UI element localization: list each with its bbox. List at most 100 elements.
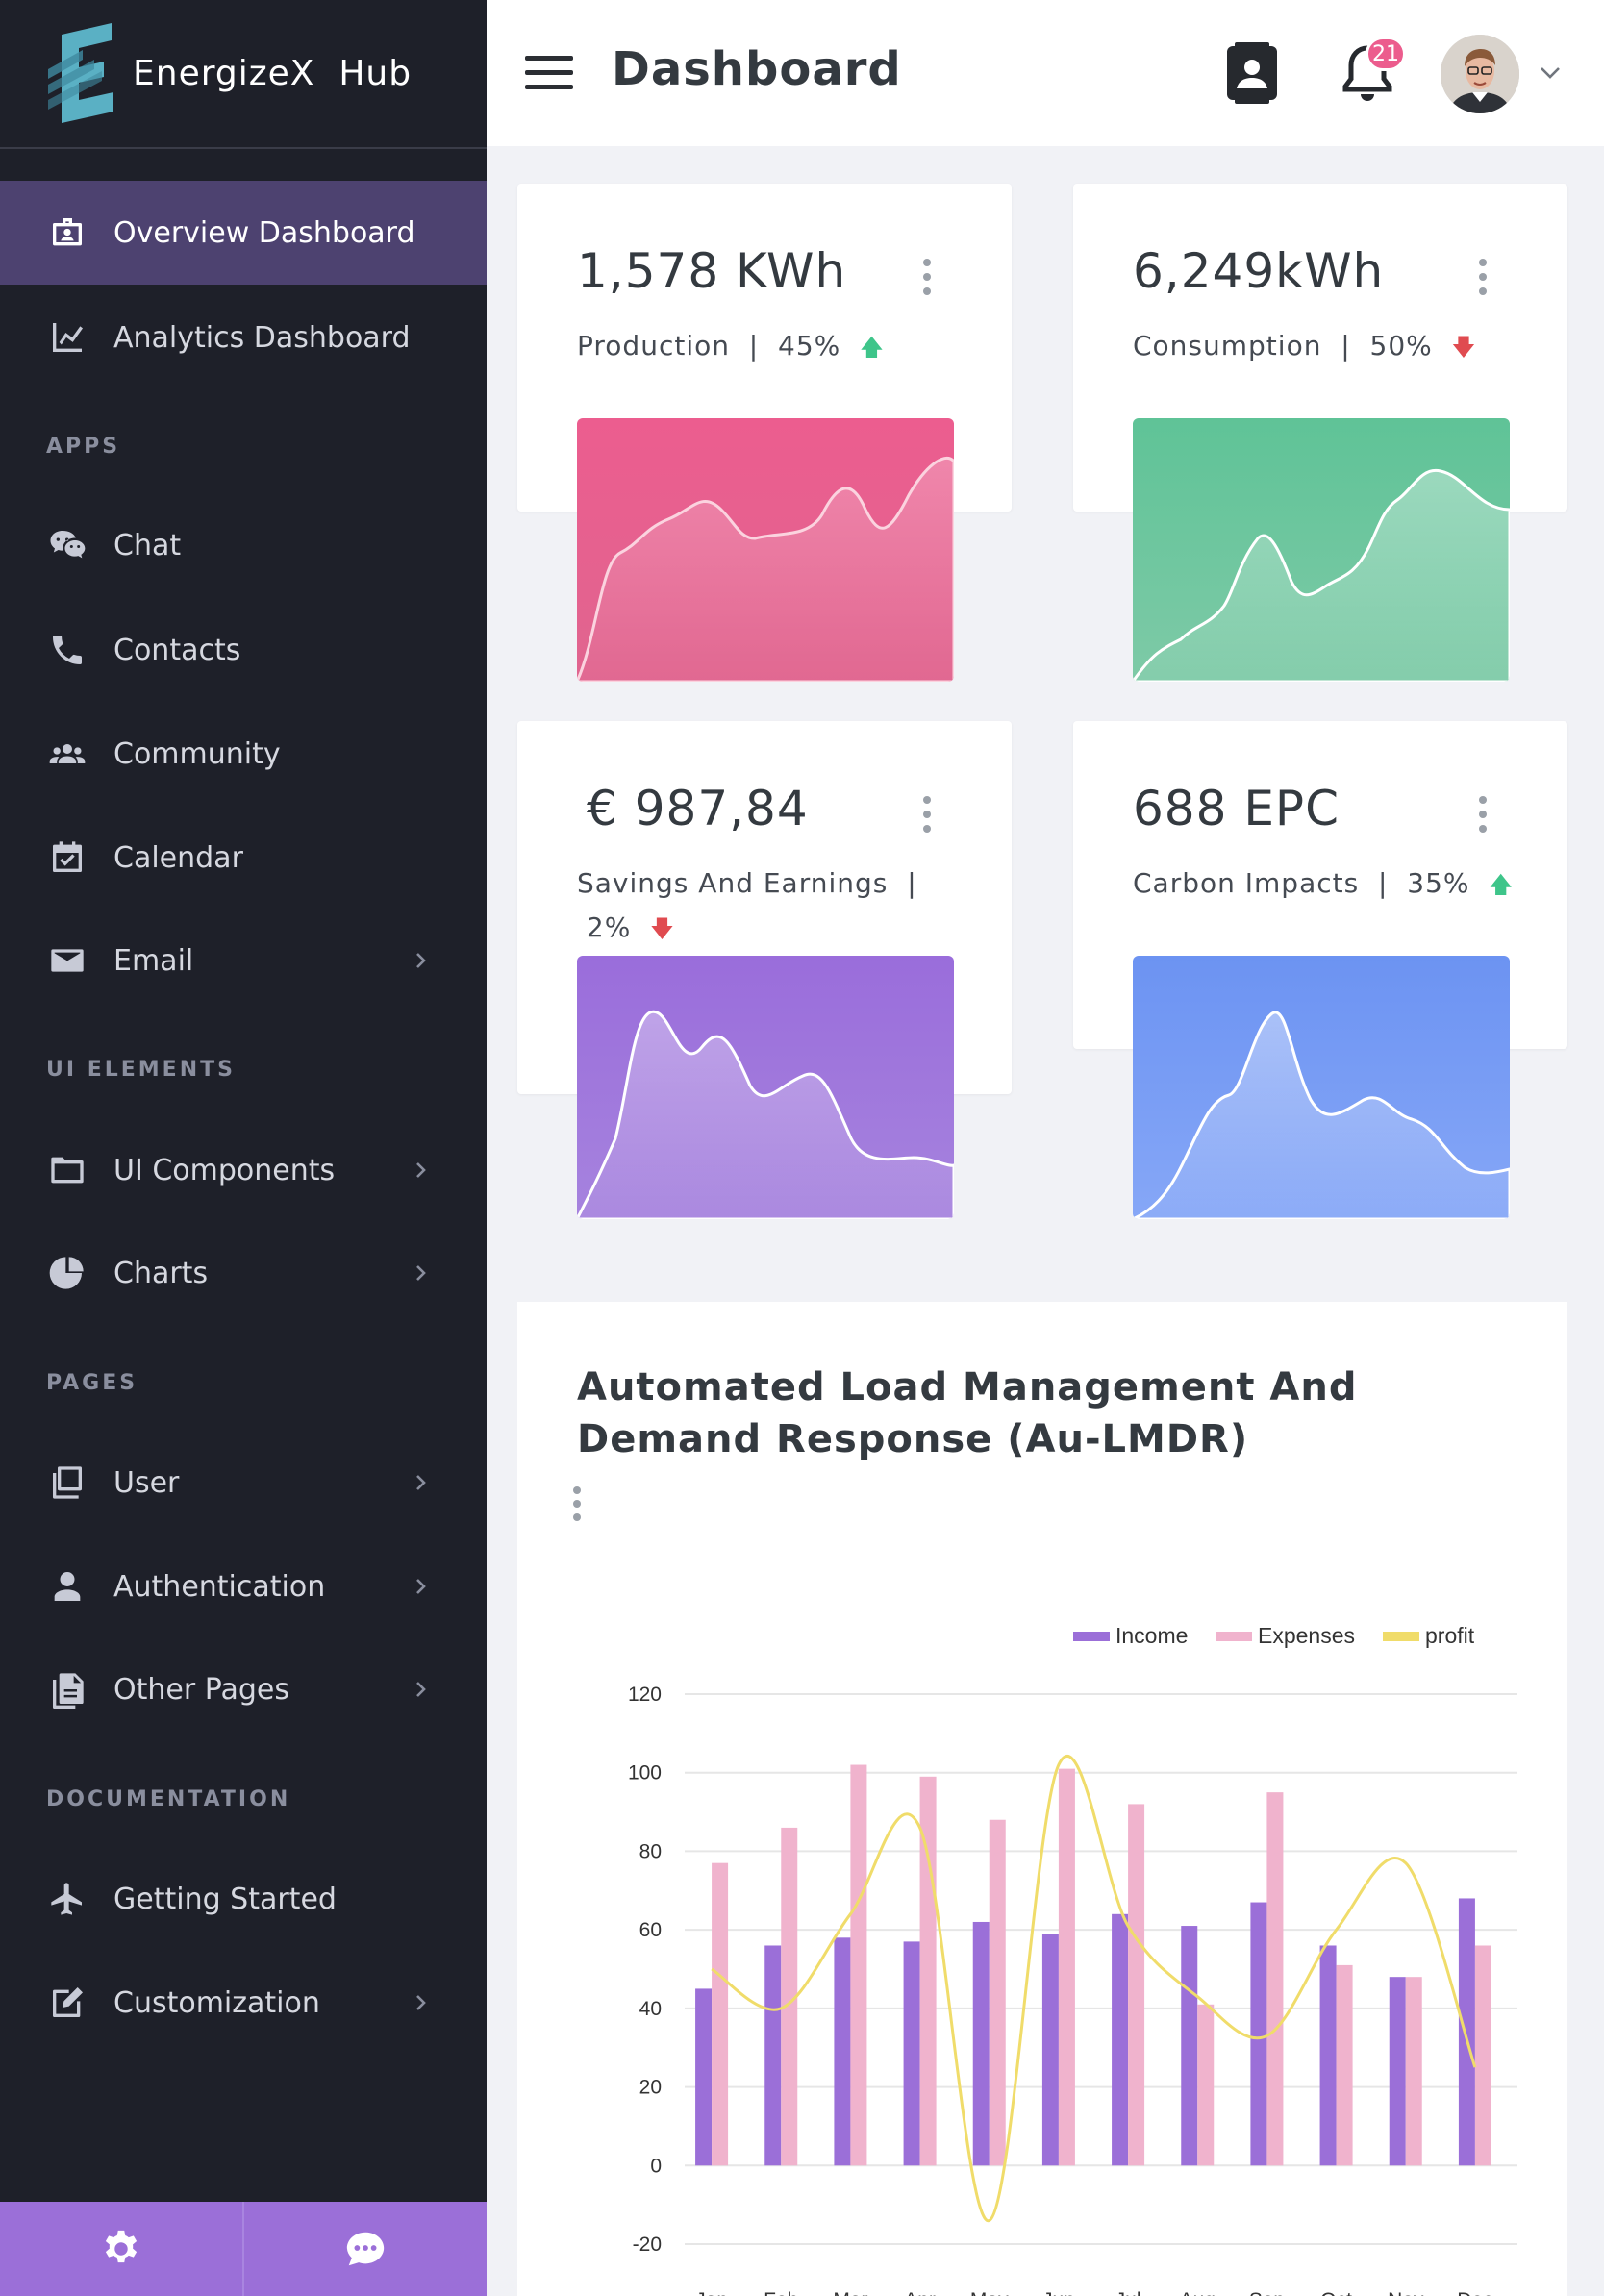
bar-expenses: [1058, 1768, 1075, 2166]
y-tick-label: 40: [639, 1998, 662, 2020]
section-pages: PAGES: [46, 1371, 138, 1395]
legend-label: Expenses: [1258, 1623, 1355, 1648]
top-header: Dashboard 21: [487, 0, 1604, 146]
bar-income: [1112, 1913, 1129, 2166]
bar-expenses: [1336, 1964, 1353, 2166]
sparkline-consumption: [1133, 418, 1510, 682]
x-tick-label: Jul: [1115, 2289, 1141, 2296]
envelope-icon: [46, 939, 88, 982]
sidebar-item-customization[interactable]: Customization: [0, 1951, 487, 2055]
sidebar-item-label: User: [113, 1465, 180, 1500]
sidebar-item-authentication[interactable]: Authentication: [0, 1535, 487, 1638]
sidebar-item-label: Getting Started: [113, 1882, 337, 1916]
bar-income: [834, 1937, 851, 2166]
stat-percent: 35%: [1407, 867, 1470, 899]
stat-label-text: Production: [577, 330, 730, 362]
gear-icon: [105, 2230, 138, 2263]
brand[interactable]: EnergizeX Hub: [0, 0, 487, 149]
sidebar-item-contacts[interactable]: Contacts: [0, 598, 487, 702]
sidebar-item-charts[interactable]: Charts: [0, 1221, 487, 1325]
x-tick-label: Jan: [695, 2289, 728, 2296]
x-tick-label: May: [970, 2289, 1009, 2296]
brand-logo-icon: [48, 22, 113, 123]
sparkline-production: [577, 418, 954, 682]
sidebar-item-calendar[interactable]: Calendar: [0, 806, 487, 910]
more-vertical-icon[interactable]: [1479, 796, 1489, 833]
sparkline-carbon: [1133, 956, 1510, 1219]
arrow-up-icon: 🡅: [1489, 871, 1514, 898]
sidebar-item-label: Analytics Dashboard: [113, 320, 411, 355]
stat-label: Consumption | 50% 🡇: [1133, 324, 1476, 369]
x-tick-label: Oct: [1320, 2289, 1352, 2296]
chevron-down-icon[interactable]: [1539, 63, 1562, 81]
plane-icon: [46, 1878, 88, 1920]
sidebar-item-email[interactable]: Email: [0, 909, 487, 1012]
edit-icon: [46, 1982, 88, 2024]
legend-label: profit: [1425, 1623, 1475, 1648]
sidebar-item-label: Customization: [113, 1985, 320, 2020]
x-tick-label: Aug: [1180, 2289, 1216, 2296]
pie-chart-icon: [46, 1252, 88, 1294]
hamburger-menu-icon[interactable]: [525, 54, 575, 92]
sidebar-item-overview-dashboard[interactable]: Overview Dashboard: [0, 181, 487, 285]
chevron-right-icon: [416, 1265, 426, 1281]
stat-separator: |: [1378, 867, 1389, 899]
sidebar-item-label: Charts: [113, 1256, 209, 1290]
sidebar-item-label: Other Pages: [113, 1672, 289, 1707]
stat-label: Savings And Earnings | 2% 🡇: [577, 861, 942, 951]
line-chart-icon: [46, 316, 88, 359]
wechat-icon: [46, 524, 88, 566]
sidebar-footer: [0, 2202, 487, 2296]
section-apps: APPS: [46, 435, 121, 459]
copy-icon: [46, 1461, 88, 1504]
x-tick-label: Mar: [833, 2289, 867, 2296]
more-vertical-icon[interactable]: [923, 259, 933, 295]
bar-expenses: [1128, 1804, 1145, 2166]
sidebar-item-other-pages[interactable]: Other Pages: [0, 1637, 487, 1741]
chevron-right-icon: [416, 1475, 426, 1490]
sidebar-item-community[interactable]: Community: [0, 702, 487, 806]
chart-title: Automated Load Management And Demand Res…: [577, 1365, 1358, 1461]
sparkline-savings: [577, 956, 954, 1219]
more-vertical-icon[interactable]: [923, 796, 933, 833]
user-icon: [46, 1565, 88, 1608]
chevron-right-icon: [416, 953, 426, 968]
stat-separator: |: [907, 867, 917, 899]
sidebar-item-label: Contacts: [113, 633, 241, 667]
stat-separator: |: [748, 330, 760, 362]
section-documentation: DOCUMENTATION: [46, 1787, 291, 1811]
users-icon: [46, 733, 88, 775]
stat-value: € 987,84: [587, 781, 809, 836]
more-vertical-icon[interactable]: [1479, 259, 1489, 295]
stat-percent: 2%: [586, 911, 632, 943]
sidebar-item-chat[interactable]: Chat: [0, 493, 487, 597]
calendar-check-icon: [46, 836, 88, 879]
arrow-up-icon: 🡅: [860, 334, 885, 361]
page-title: Dashboard: [612, 42, 902, 96]
sidebar-item-getting-started[interactable]: Getting Started: [0, 1847, 487, 1951]
contacts-book-icon[interactable]: [1223, 42, 1281, 104]
chevron-right-icon: [416, 1579, 426, 1594]
sidebar-item-ui-components[interactable]: UI Components: [0, 1118, 487, 1222]
avatar[interactable]: [1441, 35, 1519, 113]
bar-expenses: [712, 1862, 729, 2166]
x-tick-label: Sep: [1249, 2289, 1285, 2296]
chat-button[interactable]: [244, 2202, 487, 2296]
folder-icon: [46, 1149, 88, 1191]
sidebar-item-user[interactable]: User: [0, 1431, 487, 1535]
x-tick-label: Apr: [904, 2289, 936, 2296]
legend-swatch: [1073, 1632, 1110, 1641]
x-tick-label: Jun: [1042, 2289, 1075, 2296]
sidebar-item-analytics-dashboard[interactable]: Analytics Dashboard: [0, 286, 487, 389]
user-portrait-icon: [1441, 35, 1519, 113]
line-profit: [711, 1754, 1477, 2223]
settings-button[interactable]: [0, 2202, 244, 2296]
chat-bubble-icon: [346, 2232, 385, 2266]
x-tick-label: Dec: [1457, 2289, 1492, 2296]
stat-value: 688 EPC: [1133, 781, 1340, 836]
bar-expenses: [1474, 1945, 1491, 2166]
y-tick-label: -20: [633, 2234, 662, 2256]
bar-income: [1319, 1945, 1337, 2166]
more-vertical-icon[interactable]: [573, 1486, 581, 1527]
bar-income: [695, 1988, 713, 2166]
